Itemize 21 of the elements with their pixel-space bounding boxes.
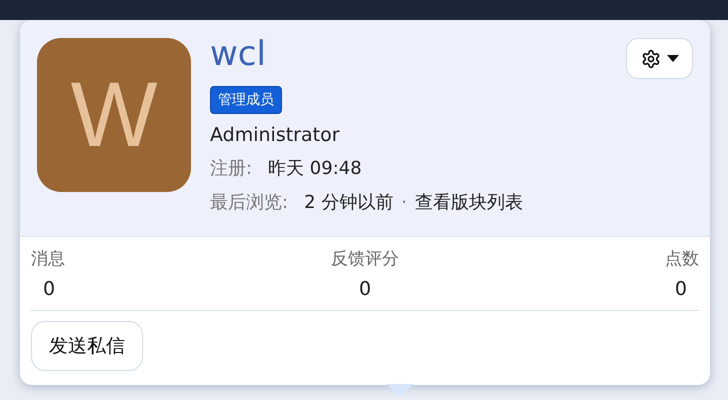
user-title: Administrator <box>210 124 340 146</box>
detail-value: 2 分钟以前 <box>304 191 394 214</box>
user-name[interactable]: wcl <box>210 34 266 74</box>
settings-icon <box>640 48 660 68</box>
stat-value: 0 <box>674 278 688 300</box>
separator-dot: · <box>401 192 407 213</box>
stat-label: 反馈评分 <box>331 248 399 270</box>
send-message-button[interactable]: 发送私信 <box>31 321 143 371</box>
stat-label: 消息 <box>31 248 65 270</box>
detail-value: 昨天 09:48 <box>268 157 362 180</box>
settings-menu-button[interactable] <box>626 38 693 79</box>
detail-label: 最后浏览: <box>210 191 288 214</box>
stat-value: 0 <box>358 278 372 300</box>
stat-label: 点数 <box>665 248 699 270</box>
detail-link[interactable]: 查看版块列表 <box>415 190 523 214</box>
caret-icon <box>666 55 678 62</box>
avatar: W <box>37 38 191 192</box>
role-badge: 管理成员 <box>210 86 282 114</box>
stat-value: 0 <box>42 278 56 300</box>
detail-label: 注册: <box>210 157 252 180</box>
popup-pointer <box>386 384 414 396</box>
